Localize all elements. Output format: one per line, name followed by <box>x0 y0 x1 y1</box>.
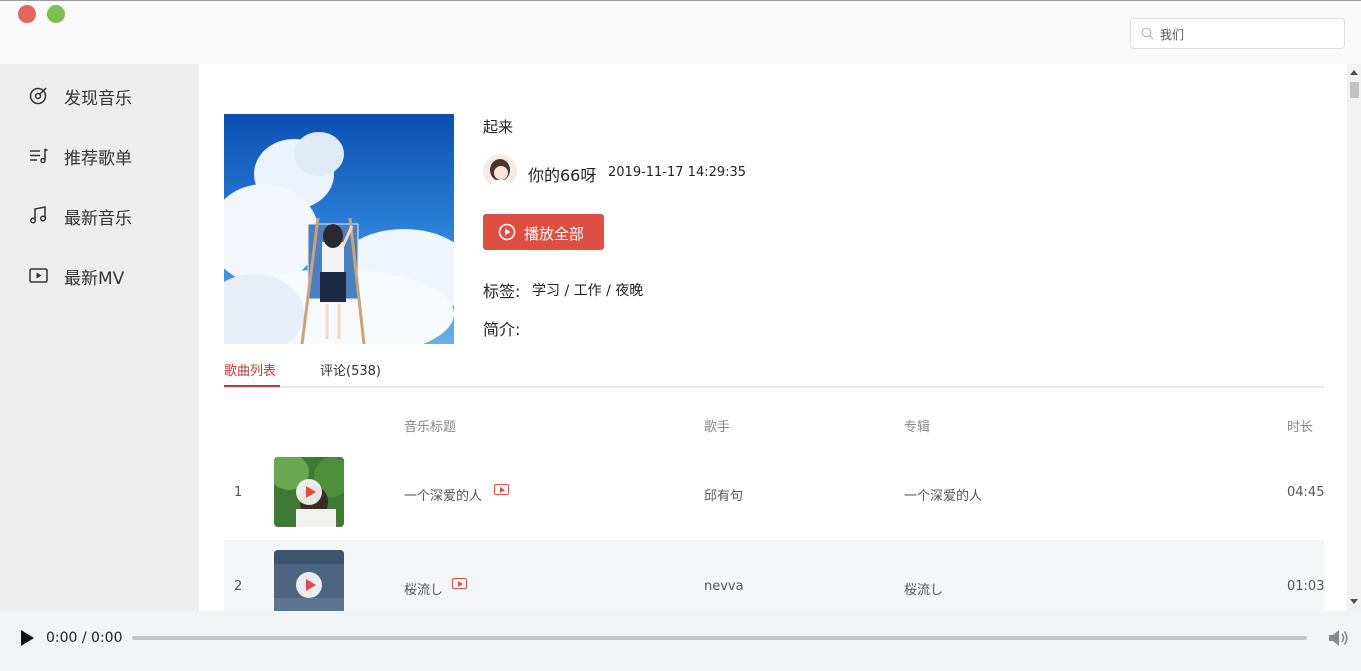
sidebar-item-label: 发现音乐 <box>64 89 132 109</box>
play-icon[interactable] <box>296 479 322 505</box>
mv-badge-wrap <box>494 484 509 496</box>
playlist-title: 起来 <box>483 118 514 136</box>
table-row[interactable]: 1 一个深爱的人 邱有句 一个深爱的人 04:45 <box>224 447 1324 540</box>
audio-player: 0:00 / 0:00 <box>0 611 1361 671</box>
playback-time: 0:00 / 0:00 <box>46 630 123 646</box>
volume-icon[interactable] <box>1328 628 1350 648</box>
sidebar-item-discover-music[interactable]: 发现音乐 <box>0 75 199 115</box>
music-note-icon <box>29 206 47 224</box>
sidebar: 发现音乐 推荐歌单 最新音乐 最新MV <box>0 64 199 611</box>
playlist-cover-image <box>224 114 454 344</box>
play-circle-icon <box>498 223 516 241</box>
created-time: 2019-11-17 14:29:35 <box>608 165 747 180</box>
row-index: 2 <box>234 579 243 594</box>
play-icon[interactable] <box>296 572 322 598</box>
song-thumbnail[interactable] <box>274 457 344 527</box>
playlist-detail: 起来 你的66呀 2019-11-17 14:29:35 播放全部 标签: 学习… <box>199 64 1347 611</box>
song-artist[interactable]: nevva <box>704 579 744 594</box>
tags-value: 学习 / 工作 / 夜晚 <box>532 283 644 299</box>
search-input[interactable] <box>1160 23 1338 45</box>
scroll-up-icon[interactable] <box>1350 70 1358 75</box>
scrollbar-thumb[interactable] <box>1350 82 1359 98</box>
mv-icon[interactable] <box>452 578 467 589</box>
header-bar <box>0 4 1361 64</box>
vertical-scrollbar[interactable] <box>1347 64 1361 611</box>
search-icon <box>1141 27 1154 40</box>
maximize-window-button[interactable] <box>47 5 65 23</box>
creator-name[interactable]: 你的66呀 <box>528 162 596 186</box>
search-box[interactable] <box>1130 18 1345 49</box>
mv-badge-wrap <box>452 578 467 590</box>
song-artist[interactable]: 邱有句 <box>704 485 743 504</box>
table-header: 音乐标题 歌手 专辑 时长 <box>224 409 1324 439</box>
sidebar-item-label: 最新MV <box>64 269 125 289</box>
disc-icon <box>29 87 47 105</box>
tab-comments[interactable]: 评论(538) <box>320 360 381 379</box>
close-window-button[interactable] <box>18 5 36 23</box>
scroll-down-icon[interactable] <box>1350 599 1358 604</box>
sidebar-item-new-mv[interactable]: 最新MV <box>0 255 199 295</box>
song-title[interactable]: 桜流し <box>404 579 443 598</box>
tab-song-list[interactable]: 歌曲列表 <box>224 360 276 379</box>
creator-avatar[interactable] <box>483 154 517 188</box>
song-title[interactable]: 一个深爱的人 <box>404 485 482 504</box>
song-album[interactable]: 桜流し <box>904 579 943 598</box>
column-header-album: 专辑 <box>904 420 931 435</box>
tab-bar: 歌曲列表 评论(538) <box>224 350 1324 388</box>
song-duration: 01:03 <box>1287 579 1325 594</box>
sidebar-item-recommended-playlists[interactable]: 推荐歌单 <box>0 135 199 175</box>
tags-label: 标签: <box>483 282 521 301</box>
video-icon <box>29 268 48 283</box>
song-duration: 04:45 <box>1287 485 1325 500</box>
description-label: 简介: <box>483 320 521 339</box>
playlist-icon <box>30 148 48 164</box>
song-thumbnail[interactable] <box>274 550 344 611</box>
table-row[interactable]: 2 桜流し nevva 桜流し 01:03 <box>224 540 1324 611</box>
active-tab-indicator <box>224 385 280 387</box>
play-all-label: 播放全部 <box>524 225 585 243</box>
sidebar-item-label: 推荐歌单 <box>64 149 132 169</box>
song-album[interactable]: 一个深爱的人 <box>904 485 982 504</box>
column-header-duration: 时长 <box>1287 420 1314 435</box>
sidebar-item-label: 最新音乐 <box>64 209 132 229</box>
column-header-title: 音乐标题 <box>404 420 457 435</box>
play-icon[interactable] <box>20 630 34 646</box>
play-all-button[interactable]: 播放全部 <box>483 214 604 250</box>
sidebar-item-new-music[interactable]: 最新音乐 <box>0 195 199 235</box>
column-header-artist: 歌手 <box>704 420 731 435</box>
row-index: 1 <box>234 485 243 500</box>
mv-icon[interactable] <box>494 484 509 495</box>
progress-bar[interactable] <box>132 636 1307 640</box>
